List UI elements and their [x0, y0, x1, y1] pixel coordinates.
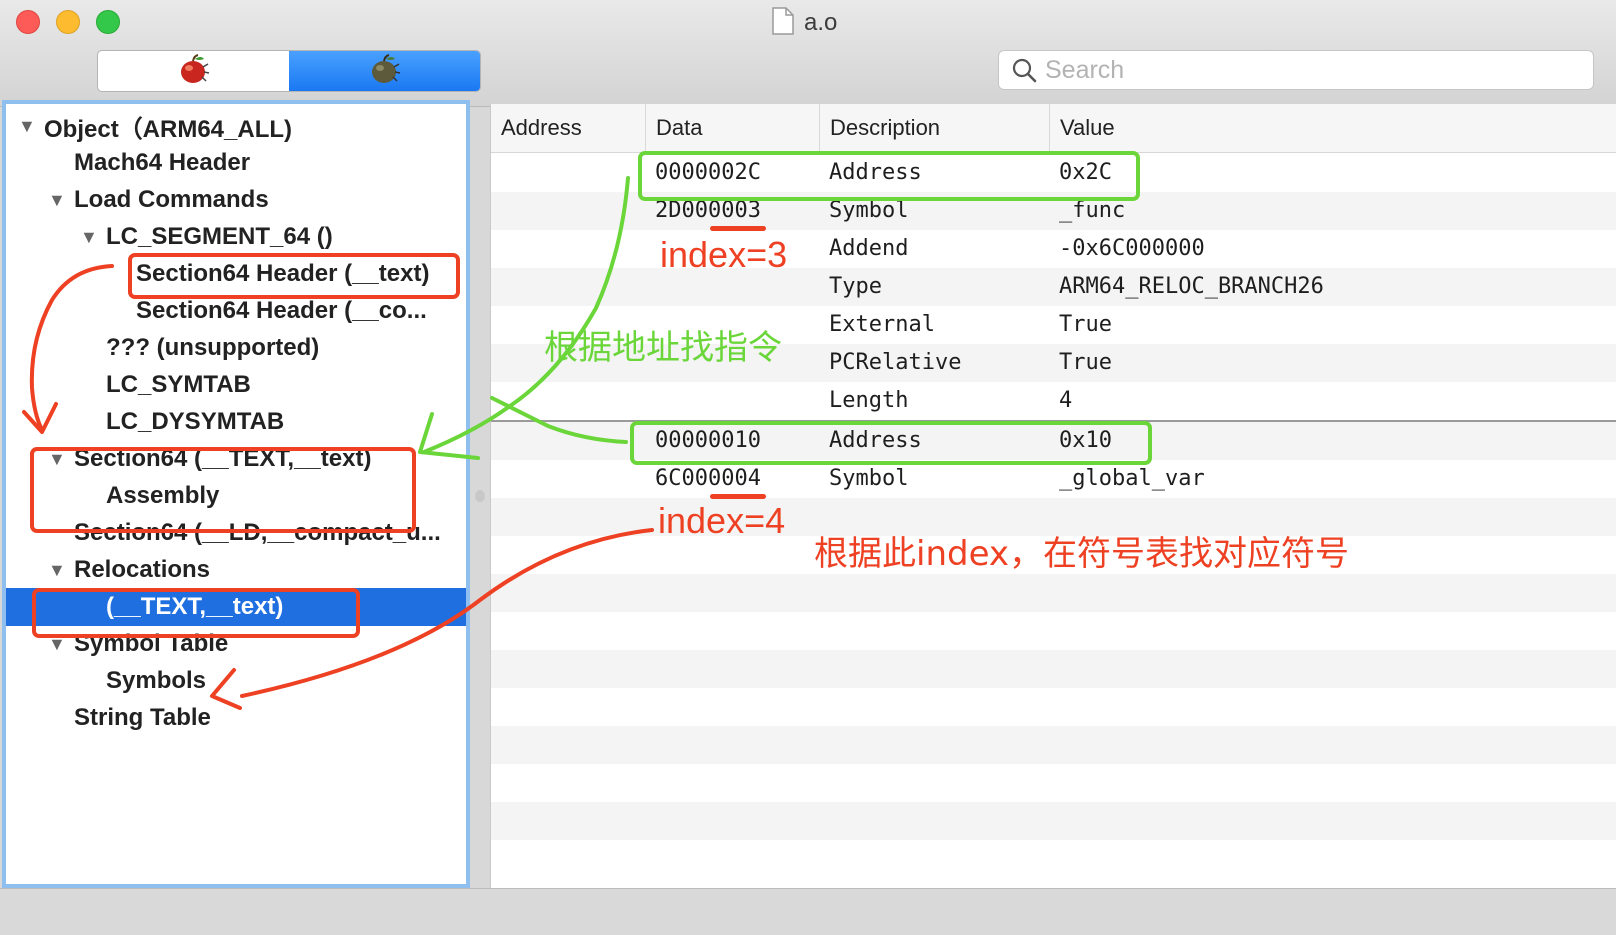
red-arrow-symbols [240, 528, 654, 698]
red-arrowhead [210, 668, 242, 710]
annotation-arrows [22, 176, 654, 710]
green-arrowhead [418, 412, 480, 460]
red-arrow-section-header [29, 264, 114, 432]
red-arrowhead [22, 402, 58, 434]
green-arrow-address-2c [422, 176, 630, 454]
